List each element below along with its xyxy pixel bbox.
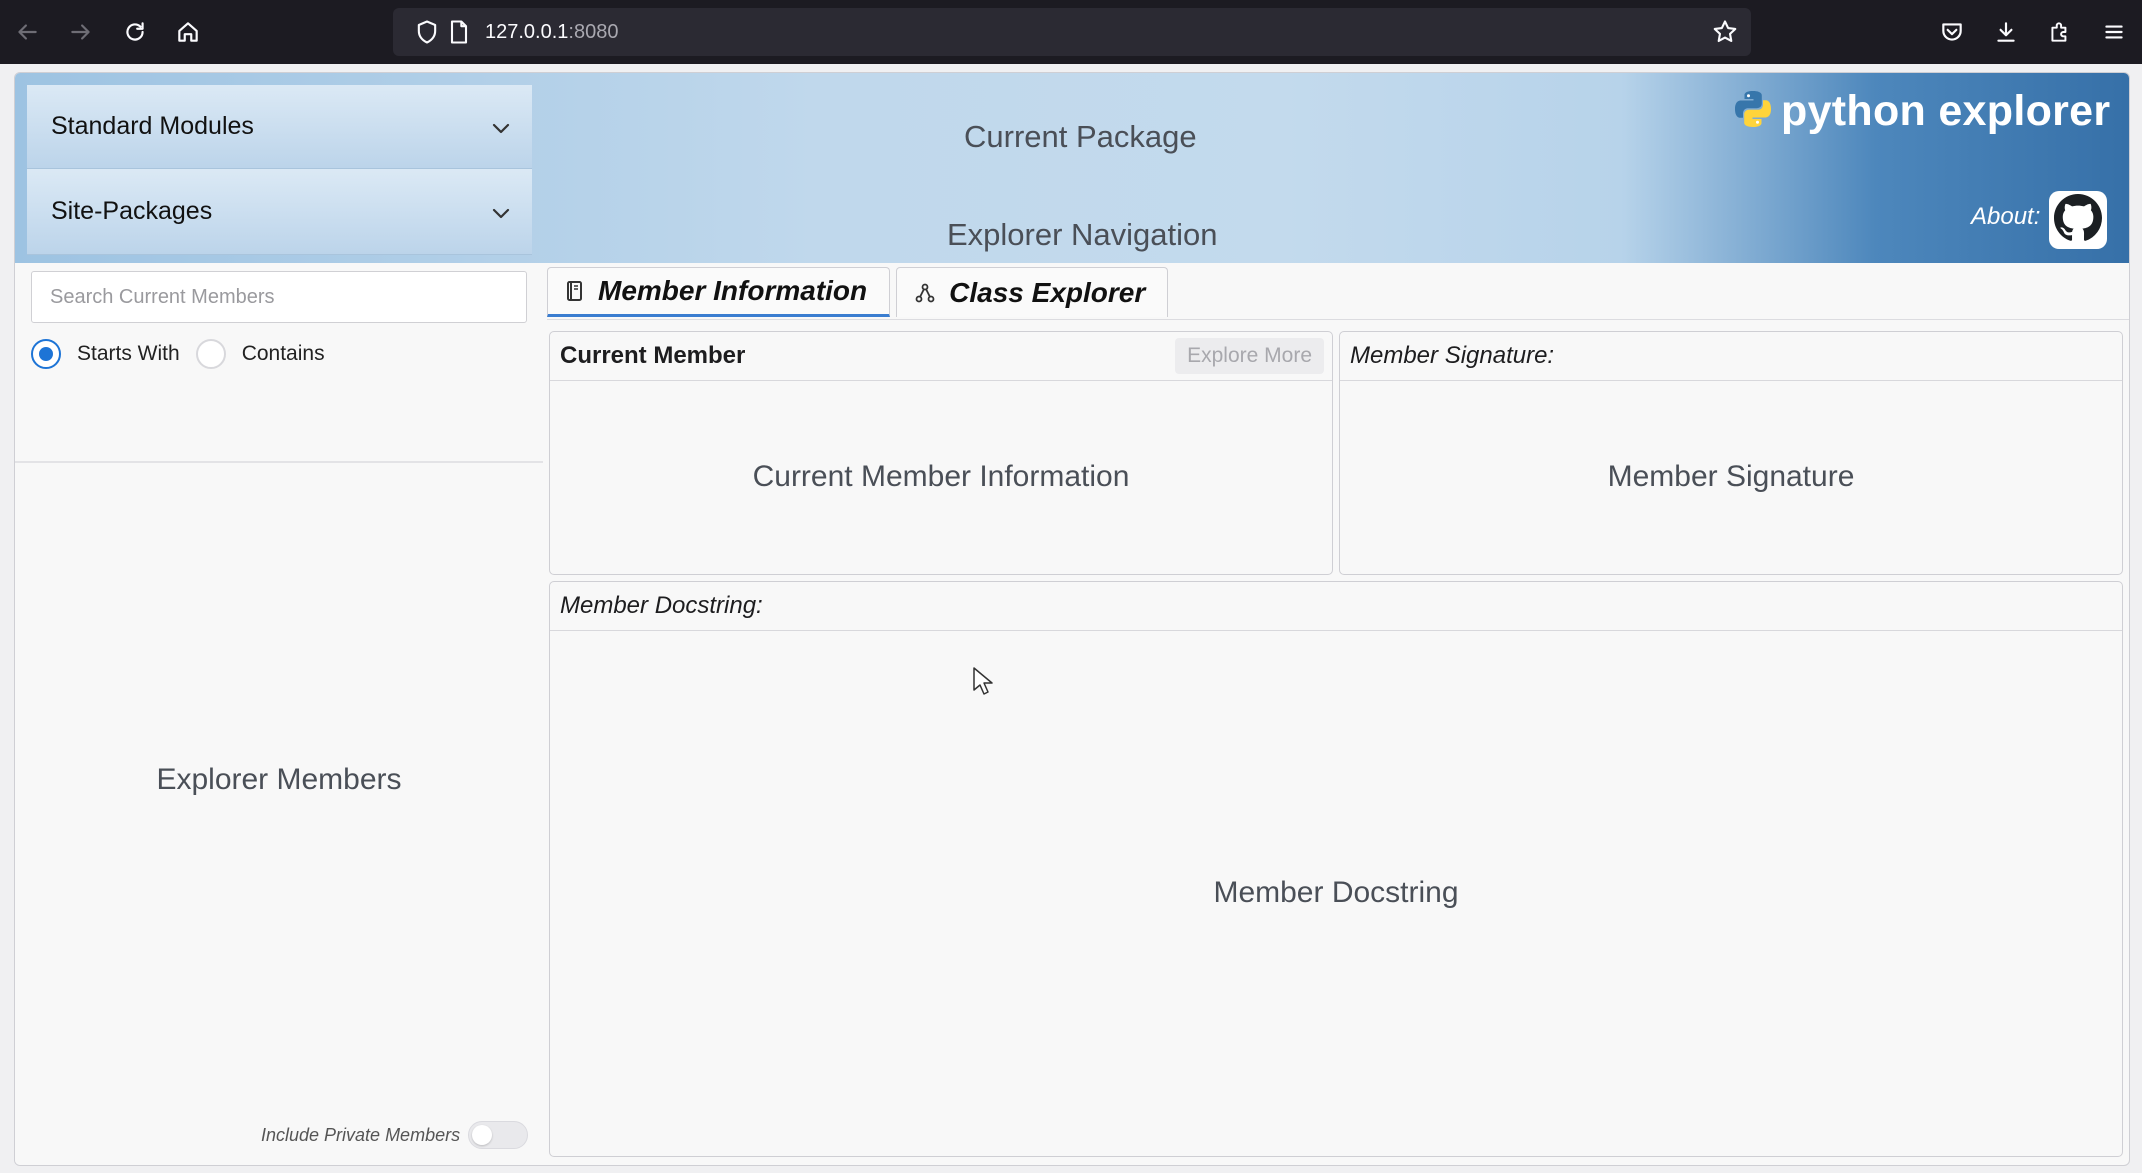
- tabs-divider: [547, 319, 2129, 320]
- url-text[interactable]: 127.0.0.1:8080: [485, 8, 618, 56]
- panel-title: Current Member: [560, 342, 746, 369]
- back-icon[interactable]: [7, 12, 47, 52]
- github-icon: [2054, 193, 2102, 247]
- tab-class-explorer[interactable]: Class Explorer: [896, 267, 1169, 317]
- python-logo-icon: [1733, 89, 1773, 134]
- tab-label: Member Information: [598, 275, 868, 306]
- radio-label: Starts With: [77, 342, 180, 365]
- browser-toolbar: 127.0.0.1:8080: [0, 0, 2142, 64]
- current-member-body: Current Member Information: [752, 460, 1130, 493]
- radio-contains[interactable]: [195, 339, 226, 369]
- bookmark-star-icon[interactable]: [1711, 18, 1739, 46]
- hierarchy-icon: [915, 283, 935, 303]
- radio-starts-with[interactable]: [31, 339, 61, 369]
- shield-icon[interactable]: [413, 18, 441, 46]
- accordion-label: Site-Packages: [51, 197, 213, 225]
- private-members-row: Include Private Members: [261, 1121, 529, 1149]
- current-member-header: Current Member Explore More: [550, 332, 1332, 381]
- explore-more-button[interactable]: Explore More: [1175, 338, 1324, 374]
- book-icon: [566, 280, 584, 302]
- menu-icon[interactable]: [2094, 12, 2134, 52]
- download-icon[interactable]: [1986, 12, 2026, 52]
- match-mode-radios: Starts With Contains: [31, 339, 325, 369]
- divider: [15, 461, 543, 463]
- package-accordion: Standard Modules Site-Packages: [27, 85, 532, 255]
- member-docstring-panel: Member Docstring: Member Docstring: [549, 581, 2123, 1157]
- search-input[interactable]: [31, 271, 527, 323]
- brand: python explorer: [1733, 87, 2110, 136]
- accordion-site-packages[interactable]: Site-Packages: [27, 169, 532, 255]
- about-label: About:: [1971, 203, 2041, 230]
- panel-title: Member Signature:: [1350, 342, 1555, 369]
- member-signature-header: Member Signature:: [1340, 332, 2122, 381]
- explorer-members-placeholder: Explorer Members: [156, 763, 402, 796]
- reload-icon[interactable]: [115, 12, 155, 52]
- tab-member-information[interactable]: Member Information: [547, 267, 891, 317]
- accordion-label: Standard Modules: [51, 112, 254, 140]
- private-members-toggle[interactable]: [468, 1121, 529, 1149]
- member-docstring-body: Member Docstring: [1213, 876, 1459, 909]
- member-signature-panel: Member Signature: Member Signature: [1339, 331, 2123, 575]
- home-icon[interactable]: [168, 12, 208, 52]
- tab-label: Class Explorer: [949, 276, 1146, 308]
- private-members-label: Include Private Members: [261, 1124, 461, 1145]
- members-sidebar: Starts With Contains Explorer Members In…: [15, 263, 543, 1165]
- address-bar[interactable]: 127.0.0.1:8080: [393, 8, 1751, 56]
- radio-label: Contains: [241, 342, 325, 365]
- current-member-panel: Current Member Explore More Current Memb…: [549, 331, 1333, 575]
- app-window: Standard Modules Site-Packages Current P…: [14, 72, 2130, 1166]
- extensions-icon[interactable]: [2040, 12, 2080, 52]
- member-docstring-header: Member Docstring:: [550, 582, 2122, 631]
- member-signature-body: Member Signature: [1607, 460, 1855, 493]
- explorer-navigation-label: Explorer Navigation: [947, 217, 1218, 252]
- page-icon: [445, 18, 473, 46]
- github-button[interactable]: [2049, 191, 2107, 249]
- app-title: python explorer: [1781, 87, 2111, 135]
- mouse-cursor-icon: [972, 666, 994, 701]
- app-header: Standard Modules Site-Packages Current P…: [15, 73, 2129, 263]
- chevron-down-icon: [492, 112, 510, 141]
- current-package-label: Current Package: [964, 119, 1197, 154]
- panel-title: Member Docstring:: [560, 592, 763, 619]
- accordion-standard-modules[interactable]: Standard Modules: [27, 85, 532, 169]
- pocket-icon[interactable]: [1932, 12, 1972, 52]
- forward-icon[interactable]: [61, 12, 101, 52]
- main-tabs: Member Information Class Explorer: [547, 267, 1174, 319]
- chevron-down-icon: [492, 197, 510, 226]
